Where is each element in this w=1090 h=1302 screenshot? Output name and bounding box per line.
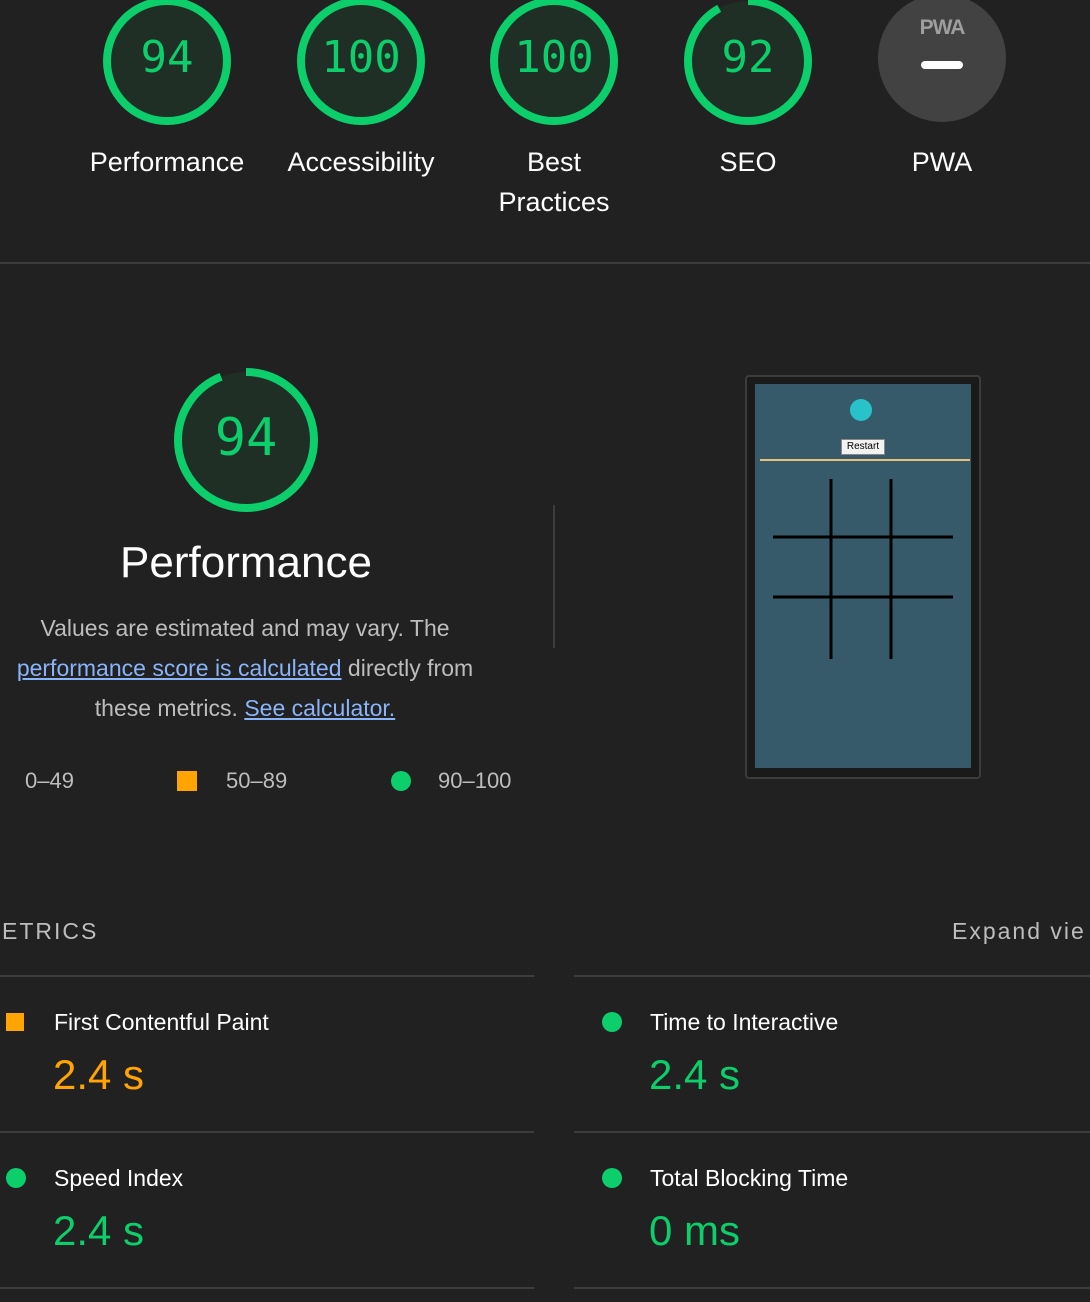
description-text: these metrics. — [94, 695, 245, 721]
legend-average-label: 50–89 — [226, 768, 288, 793]
metric-value: 2.4 s — [649, 1051, 741, 1098]
restart-button: Restart — [841, 439, 885, 455]
metric-name: Time to Interactive — [650, 1009, 839, 1035]
final-screenshot[interactable]: Restart — [745, 375, 981, 779]
performance-description-line-2: performance score is calculated directly… — [0, 648, 490, 688]
metric-divider — [0, 1131, 534, 1133]
pwa-logo-icon: PWA — [919, 16, 966, 39]
header-rule — [760, 459, 970, 461]
metric-divider — [574, 1287, 1090, 1289]
metrics-header: ETRICS — [2, 918, 99, 944]
gauge-score: 100 — [514, 32, 594, 83]
dash-icon — [921, 61, 963, 69]
performance-description-line-1: Values are estimated and may vary. The — [40, 615, 450, 641]
app-logo-icon — [850, 399, 872, 421]
metric-name: Total Blocking Time — [650, 1165, 849, 1191]
average-square-icon — [6, 1013, 24, 1031]
gauge-score: 94 — [140, 32, 194, 83]
metric-divider — [574, 1131, 1090, 1133]
pwa-badge: PWA — [878, 0, 1006, 122]
pass-circle-icon — [602, 1168, 622, 1188]
metric-divider — [574, 975, 1090, 977]
performance-score: 94 — [214, 408, 278, 468]
gauge-accessibility[interactable]: 100 Accessibility — [266, 0, 456, 220]
metric-value: 0 ms — [649, 1207, 741, 1254]
gauge-label: PWA — [911, 147, 973, 177]
gauge-label: SEO — [719, 147, 777, 177]
section-divider — [0, 262, 1090, 264]
screenshot-page: Restart — [755, 384, 971, 768]
gauge-best-practices[interactable]: 100 Best Practices — [459, 0, 649, 220]
description-text: directly from — [341, 655, 474, 681]
metric-value: 2.4 s — [53, 1207, 145, 1254]
metric-value: 2.4 s — [53, 1051, 145, 1098]
gauge-seo[interactable]: 92 SEO — [653, 0, 843, 220]
metric-divider — [0, 1287, 534, 1289]
legend-pass-label: 90–100 — [438, 768, 512, 793]
vertical-divider — [553, 505, 555, 648]
pass-circle-icon — [6, 1168, 26, 1188]
gauge-pwa[interactable]: PWA PWA — [847, 0, 1037, 220]
gauge-performance[interactable]: 94 Performance — [72, 0, 262, 220]
score-calculation-link[interactable]: performance score is calculated — [17, 655, 342, 681]
metric-name: Speed Index — [54, 1165, 184, 1191]
pass-circle-icon — [391, 771, 411, 791]
see-calculator-link[interactable]: See calculator. — [244, 695, 395, 721]
performance-description-line-3: these metrics. See calculator. — [0, 688, 490, 728]
metric-divider — [0, 975, 534, 977]
average-square-icon — [177, 771, 197, 791]
gauge-label: Best Practices — [498, 147, 610, 217]
metric-name: First Contentful Paint — [54, 1009, 269, 1035]
tic-tac-toe-grid — [773, 479, 953, 659]
pass-circle-icon — [602, 1012, 622, 1032]
gauge-label: Performance — [89, 147, 245, 177]
gauge-score: 92 — [721, 32, 775, 83]
performance-title: Performance — [120, 538, 372, 587]
legend-fail-label: 0–49 — [25, 768, 74, 793]
expand-view-toggle[interactable]: Expand vie — [952, 918, 1086, 945]
gauge-label: Accessibility — [287, 147, 435, 177]
gauge-score: 100 — [321, 32, 401, 83]
